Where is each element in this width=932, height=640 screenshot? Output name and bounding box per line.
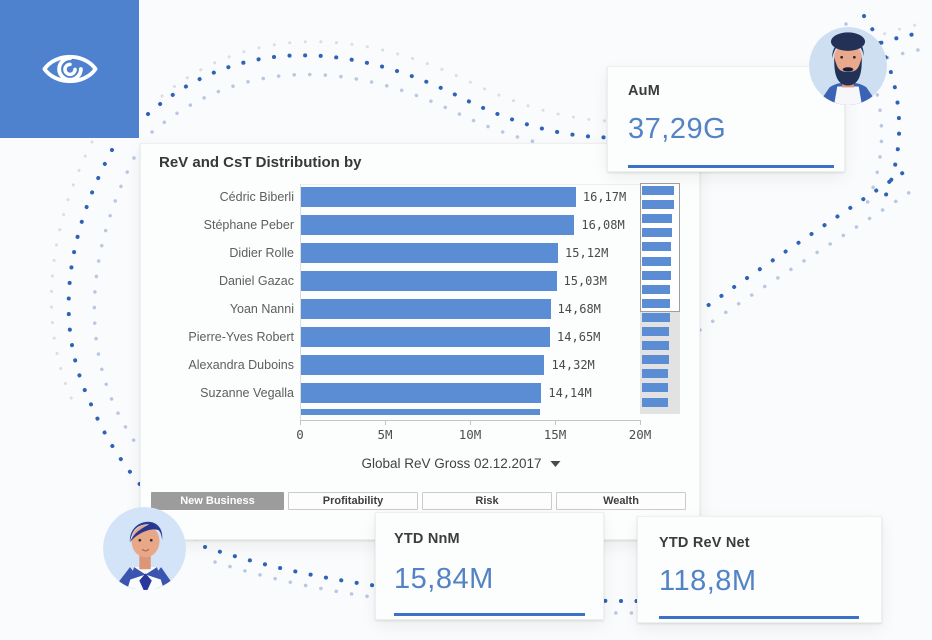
navigator-bar <box>642 285 670 294</box>
kpi-title: YTD NnM <box>394 531 460 547</box>
bar[interactable] <box>301 243 558 263</box>
navigator-bar <box>642 327 669 336</box>
x-axis-tick-label: 0 <box>296 427 304 442</box>
navigator-bar <box>642 299 670 308</box>
bar-row-label: Alexandra Duboins <box>141 357 294 373</box>
navigator-bar <box>642 242 671 251</box>
bar-row-label: Suzanne Vegalla <box>141 385 294 401</box>
dotted-curve <box>700 192 910 330</box>
chart-scroll-navigator[interactable] <box>640 183 680 414</box>
bar-value-label: 14,32M <box>551 355 594 375</box>
kpi-card-ytd-rev-net: YTD ReV Net 118,8M <box>637 516 882 623</box>
kpi-accent-underline <box>659 616 859 619</box>
bar-value-label: 14,65M <box>557 327 600 347</box>
tab-wealth[interactable]: Wealth <box>556 492 686 510</box>
navigator-bar <box>642 341 669 350</box>
x-axis-tick <box>640 420 641 425</box>
bar[interactable] <box>301 327 550 347</box>
navigator-bar <box>642 271 671 280</box>
chart-title: ReV and CsT Distribution by <box>159 154 362 171</box>
navigator-bar <box>642 355 669 364</box>
bar-row-label: Daniel Gazac <box>141 273 294 289</box>
navigator-bar <box>642 186 674 195</box>
bar-value-label: 16,17M <box>583 187 626 207</box>
bar-partial[interactable] <box>301 409 540 415</box>
bar[interactable] <box>301 383 541 403</box>
tab-risk[interactable]: Risk <box>422 492 552 510</box>
x-axis-tick-label: 20M <box>629 427 652 442</box>
bar-value-label: 15,12M <box>565 243 608 263</box>
navigator-bar <box>642 257 671 266</box>
young-man-avatar <box>103 507 186 590</box>
x-axis-tick <box>300 420 301 425</box>
bar[interactable] <box>301 299 551 319</box>
bar-row-label: Didier Rolle <box>141 245 294 261</box>
navigator-bar <box>642 398 668 407</box>
dotted-curve <box>51 142 92 400</box>
bar-value-label: 15,03M <box>564 271 607 291</box>
navigator-bar <box>642 214 672 223</box>
bar[interactable] <box>301 215 574 235</box>
bar-row-label: Yoan Nanni <box>141 301 294 317</box>
bar-value-label: 14,14M <box>548 383 591 403</box>
eye-icon <box>39 46 101 92</box>
x-axis-tick <box>555 420 556 425</box>
bar-row-label: Pierre-Yves Robert <box>141 329 294 345</box>
navigator-bar <box>642 369 668 378</box>
tab-new-business[interactable]: New Business <box>151 492 284 510</box>
plot-top-border <box>301 184 641 185</box>
x-axis-tick-label: 5M <box>377 427 392 442</box>
navigator-bar <box>642 200 674 209</box>
bearded-man-avatar <box>809 27 887 105</box>
bar-row-label: Cédric Biberli <box>141 189 294 205</box>
caret-down-icon <box>551 461 561 467</box>
kpi-card-aum: AuM 37,29G <box>607 66 845 172</box>
x-axis-tick-label: 10M <box>459 427 482 442</box>
kpi-value: 15,84M <box>394 563 494 596</box>
kpi-accent-underline <box>394 613 585 616</box>
x-axis-tick <box>470 420 471 425</box>
navigator-bar <box>642 313 670 322</box>
kpi-title: AuM <box>628 83 660 99</box>
bar[interactable] <box>301 355 544 375</box>
x-axis-tick-label: 15M <box>544 427 567 442</box>
kpi-card-ytd-nnm: YTD NnM 15,84M <box>375 512 604 620</box>
bar-row-label: Stéphane Peber <box>141 217 294 233</box>
dimension-selector[interactable]: Global ReV Gross 02.12.2017 <box>361 456 560 471</box>
bar[interactable] <box>301 271 557 291</box>
kpi-accent-underline <box>628 165 834 168</box>
dotted-curve <box>696 172 904 314</box>
kpi-value: 37,29G <box>628 113 726 146</box>
brand-logo-square <box>0 0 139 138</box>
dimension-selector-label: Global ReV Gross 02.12.2017 <box>361 456 541 471</box>
x-axis-tick <box>385 420 386 425</box>
navigator-bar <box>642 228 672 237</box>
bar-chart-card: ReV and CsT Distribution by Cédric Biber… <box>140 143 700 540</box>
bar[interactable] <box>301 187 576 207</box>
kpi-value: 118,8M <box>659 565 757 598</box>
kpi-title: YTD ReV Net <box>659 535 750 551</box>
bar-value-label: 16,08M <box>581 215 624 235</box>
navigator-bar <box>642 383 668 392</box>
bar-value-label: 14,68M <box>558 299 601 319</box>
tab-profitability[interactable]: Profitability <box>288 492 418 510</box>
